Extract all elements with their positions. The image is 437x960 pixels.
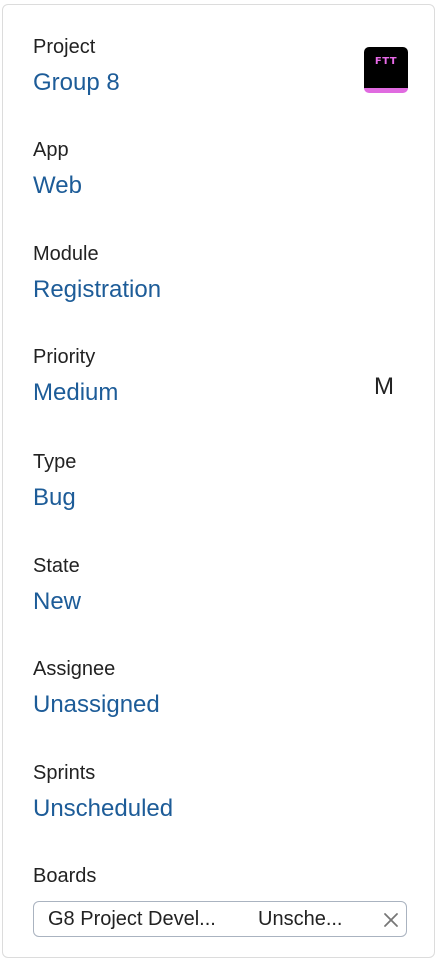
priority-field: Priority Medium: [33, 345, 118, 408]
module-value[interactable]: Registration: [33, 275, 161, 305]
state-label: State: [33, 555, 80, 577]
type-label: Type: [33, 451, 77, 473]
project-field: Project Group 8: [33, 35, 120, 98]
priority-code: M: [374, 373, 394, 400]
boards-label: Boards: [33, 865, 97, 887]
assignee-field: Assignee Unassigned: [33, 657, 160, 720]
module-field: Module Registration: [33, 242, 161, 305]
close-icon-glyph: [384, 913, 398, 927]
board-chip-name: G8 Project Devel...: [48, 908, 216, 930]
sprints-field: Sprints Unscheduled: [33, 761, 173, 824]
assignee-label: Assignee: [33, 658, 116, 680]
issue-details-panel: Project Group 8 FTT App Web Module Regis…: [2, 4, 435, 958]
project-label: Project: [33, 36, 96, 58]
type-field: Type Bug: [33, 450, 76, 513]
sprints-value[interactable]: Unscheduled: [33, 794, 173, 824]
project-logo-badge: FTT: [364, 47, 408, 93]
app-value[interactable]: Web: [33, 171, 82, 201]
type-value[interactable]: Bug: [33, 483, 76, 513]
module-label: Module: [33, 243, 99, 265]
state-field: State New: [33, 554, 81, 617]
assignee-value[interactable]: Unassigned: [33, 690, 160, 720]
state-value[interactable]: New: [33, 587, 81, 617]
priority-value[interactable]: Medium: [33, 378, 118, 408]
app-field: App Web: [33, 138, 82, 201]
board-chip[interactable]: G8 Project Devel... Unsche...: [33, 901, 407, 937]
app-label: App: [33, 139, 69, 161]
project-value[interactable]: Group 8: [33, 68, 120, 98]
priority-label: Priority: [33, 346, 96, 368]
sprints-label: Sprints: [33, 762, 96, 784]
board-chip-status: Unsche...: [258, 908, 343, 930]
boards-field: Boards: [33, 864, 96, 888]
close-icon[interactable]: [381, 910, 401, 930]
